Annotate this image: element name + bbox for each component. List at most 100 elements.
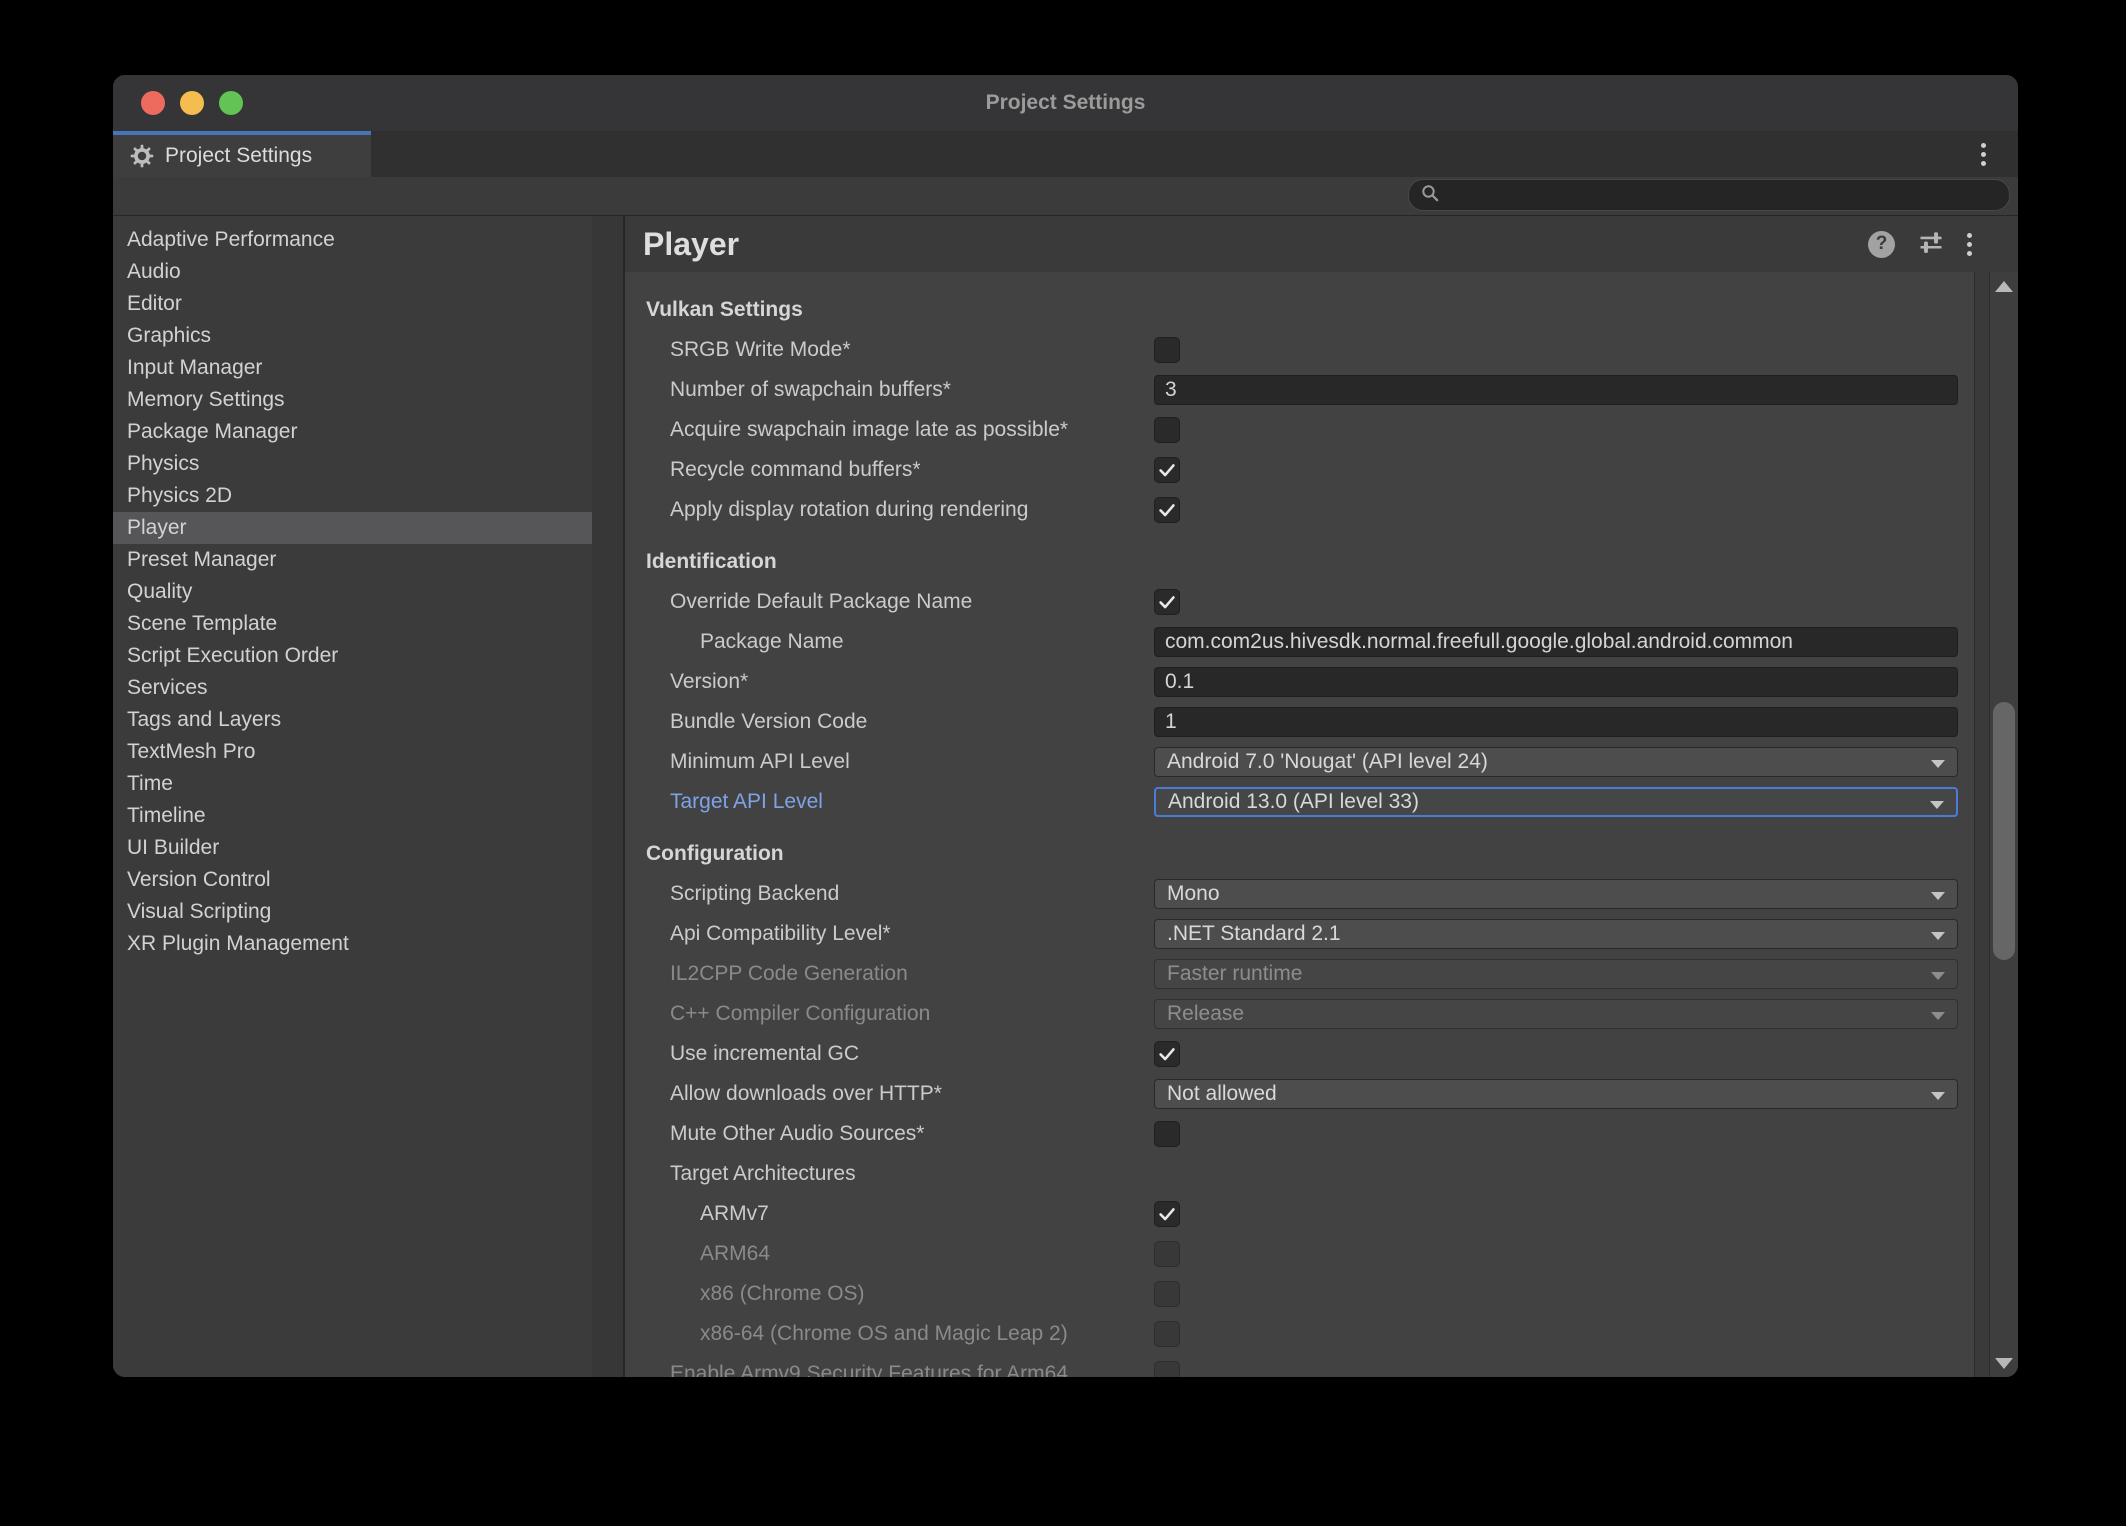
sidebar-item-preset-manager[interactable]: Preset Manager <box>113 544 592 576</box>
mute-other-audio-sources-checkbox[interactable] <box>1154 1121 1180 1147</box>
package-name-input[interactable] <box>1154 627 1958 657</box>
setting-row-number-of-swapchain-buffers: Number of swapchain buffers* <box>646 370 1974 410</box>
sidebar-item-scene-template[interactable]: Scene Template <box>113 608 592 640</box>
setting-control: Mono <box>1154 879 1958 909</box>
setting-control: Android 13.0 (API level 33) <box>1154 787 1958 817</box>
sidebar-item-ui-builder[interactable]: UI Builder <box>113 832 592 864</box>
setting-label: Scripting Backend <box>646 882 1154 906</box>
srgb-write-mode-checkbox[interactable] <box>1154 337 1180 363</box>
setting-label: IL2CPP Code Generation <box>646 962 1154 986</box>
setting-row-armv7: ARMv7 <box>646 1194 1974 1234</box>
sidebar-item-script-execution-order[interactable]: Script Execution Order <box>113 640 592 672</box>
section-title: Identification <box>646 542 1974 582</box>
apply-display-rotation-during-rendering-checkbox[interactable] <box>1154 497 1180 523</box>
recycle-command-buffers-checkbox[interactable] <box>1154 457 1180 483</box>
version-input[interactable] <box>1154 667 1958 697</box>
setting-row-enable-armv9-security-features-for-arm64: Enable Armv9 Security Features for Arm64 <box>646 1354 1974 1377</box>
setting-control: Faster runtime <box>1154 959 1958 989</box>
scrollbar[interactable] <box>1990 272 2018 1377</box>
dropdown-value: Release <box>1167 1002 1244 1026</box>
scroll-up-icon[interactable] <box>1990 274 2018 298</box>
armv7-checkbox[interactable] <box>1154 1201 1180 1227</box>
c-compiler-configuration-dropdown: Release <box>1154 999 1958 1029</box>
window-title: Project Settings <box>113 75 2018 131</box>
setting-control <box>1154 707 1958 737</box>
setting-row-mute-other-audio-sources: Mute Other Audio Sources* <box>646 1114 1974 1154</box>
sidebar-item-xr-plugin-management[interactable]: XR Plugin Management <box>113 928 592 960</box>
setting-row-acquire-swapchain-image-late-as-possible: Acquire swapchain image late as possible… <box>646 410 1974 450</box>
sidebar-item-adaptive-performance[interactable]: Adaptive Performance <box>113 224 592 256</box>
sidebar-item-version-control[interactable]: Version Control <box>113 864 592 896</box>
sidebar-item-tags-and-layers[interactable]: Tags and Layers <box>113 704 592 736</box>
sidebar-item-editor[interactable]: Editor <box>113 288 592 320</box>
tab-project-settings[interactable]: Project Settings <box>113 131 371 177</box>
sidebar-item-package-manager[interactable]: Package Manager <box>113 416 592 448</box>
setting-control <box>1154 497 1958 523</box>
number-of-swapchain-buffers-input[interactable] <box>1154 375 1958 405</box>
setting-control <box>1154 1241 1958 1267</box>
sidebar-item-visual-scripting[interactable]: Visual Scripting <box>113 896 592 928</box>
enable-armv9-security-features-for-arm64-checkbox <box>1154 1361 1180 1377</box>
allow-downloads-over-http-dropdown[interactable]: Not allowed <box>1154 1079 1958 1109</box>
setting-control <box>1154 375 1958 405</box>
setting-label: Recycle command buffers* <box>646 458 1154 482</box>
override-default-package-name-checkbox[interactable] <box>1154 589 1180 615</box>
setting-label: Target Architectures <box>646 1162 1154 1186</box>
setting-row-override-default-package-name: Override Default Package Name <box>646 582 1974 622</box>
presets-icon[interactable] <box>1917 228 1945 261</box>
sidebar-item-quality[interactable]: Quality <box>113 576 592 608</box>
acquire-swapchain-image-late-as-possible-checkbox[interactable] <box>1154 417 1180 443</box>
sidebar-item-graphics[interactable]: Graphics <box>113 320 592 352</box>
search-box[interactable] <box>1408 179 2010 211</box>
sidebar-item-time[interactable]: Time <box>113 768 592 800</box>
settings-content: Vulkan SettingsSRGB Write Mode*Number of… <box>625 272 1974 1377</box>
setting-label: Api Compatibility Level* <box>646 922 1154 946</box>
api-compatibility-level-dropdown[interactable]: .NET Standard 2.1 <box>1154 919 1958 949</box>
setting-label: x86-64 (Chrome OS and Magic Leap 2) <box>646 1322 1154 1346</box>
scroll-gutter <box>1974 272 1990 1377</box>
more-options-icon[interactable] <box>1970 141 1996 167</box>
setting-control <box>1154 457 1958 483</box>
sidebar-item-memory-settings[interactable]: Memory Settings <box>113 384 592 416</box>
chevron-down-icon <box>1930 801 1944 809</box>
sidebar-item-physics[interactable]: Physics <box>113 448 592 480</box>
sidebar-item-physics-2d[interactable]: Physics 2D <box>113 480 592 512</box>
setting-row-version: Version* <box>646 662 1974 702</box>
sidebar-item-services[interactable]: Services <box>113 672 592 704</box>
sidebar-item-timeline[interactable]: Timeline <box>113 800 592 832</box>
main-body: Vulkan SettingsSRGB Write Mode*Number of… <box>625 272 2018 1377</box>
sidebar-gutter <box>592 216 623 1377</box>
panel-menu-icon[interactable] <box>1967 233 1972 256</box>
titlebar[interactable]: Project Settings <box>113 75 2018 131</box>
sidebar-item-input-manager[interactable]: Input Manager <box>113 352 592 384</box>
help-icon[interactable]: ? <box>1868 231 1895 258</box>
setting-row-target-architectures: Target Architectures <box>646 1154 1974 1194</box>
scripting-backend-dropdown[interactable]: Mono <box>1154 879 1958 909</box>
sidebar: Adaptive PerformanceAudioEditorGraphicsI… <box>113 216 592 1377</box>
chevron-down-icon <box>1931 760 1945 768</box>
minimum-api-level-dropdown[interactable]: Android 7.0 'Nougat' (API level 24) <box>1154 747 1958 777</box>
target-api-level-dropdown[interactable]: Android 13.0 (API level 33) <box>1154 787 1958 817</box>
search-input[interactable] <box>1447 180 2009 210</box>
setting-row-arm64: ARM64 <box>646 1234 1974 1274</box>
chevron-down-icon <box>1931 932 1945 940</box>
setting-label: C++ Compiler Configuration <box>646 1002 1154 1026</box>
setting-label: Number of swapchain buffers* <box>646 378 1154 402</box>
setting-label: Version* <box>646 670 1154 694</box>
sidebar-item-audio[interactable]: Audio <box>113 256 592 288</box>
project-settings-window: Project Settings <box>113 75 2018 1377</box>
bundle-version-code-input[interactable] <box>1154 707 1958 737</box>
setting-control <box>1154 1321 1958 1347</box>
setting-label: Enable Armv9 Security Features for Arm64 <box>646 1362 1154 1377</box>
use-incremental-gc-checkbox[interactable] <box>1154 1041 1180 1067</box>
scroll-down-icon[interactable] <box>1990 1351 2018 1375</box>
sidebar-item-textmesh-pro[interactable]: TextMesh Pro <box>113 736 592 768</box>
section-configuration: ConfigurationScripting BackendMonoApi Co… <box>646 834 1974 1377</box>
setting-control <box>1154 1361 1958 1377</box>
scrollbar-thumb[interactable] <box>1993 702 2015 960</box>
setting-control <box>1154 1201 1958 1227</box>
chevron-down-icon <box>1931 892 1945 900</box>
setting-control: Release <box>1154 999 1958 1029</box>
section-title: Vulkan Settings <box>646 290 1974 330</box>
sidebar-item-player[interactable]: Player <box>113 512 592 544</box>
